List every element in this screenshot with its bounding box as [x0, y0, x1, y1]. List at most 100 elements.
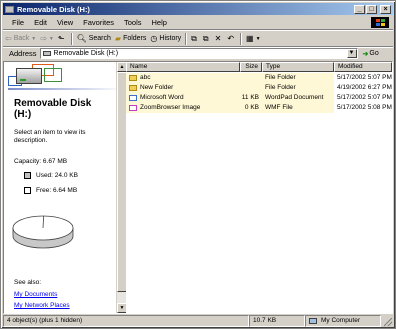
history-label: History [159, 35, 182, 42]
back-arrow-icon: ⇦ [5, 34, 12, 43]
search-icon: 🔍︎ [76, 34, 87, 43]
status-zone: My Computer [305, 315, 381, 327]
banner-decoration [44, 68, 62, 82]
file-type: File Folder [262, 83, 334, 93]
copy-to-icon: ⧉ [202, 33, 209, 43]
computer-icon [309, 318, 317, 324]
file-name: Microsoft Word [140, 94, 184, 101]
free-space: Free: 6.64 MB [24, 187, 77, 194]
menu-tools[interactable]: Tools [119, 18, 147, 27]
folder-icon [129, 85, 137, 91]
column-header: Name Size Type Modified [126, 62, 392, 72]
file-modified: 5/17/2002 5:07 PM [337, 94, 392, 101]
my-network-places-link[interactable]: My Network Places [14, 302, 70, 309]
copy-to-button[interactable]: ⧉ [201, 32, 213, 45]
menu-favorites[interactable]: Favorites [78, 18, 119, 27]
close-button[interactable]: × [380, 4, 391, 14]
column-size[interactable]: Size [240, 62, 262, 72]
views-icon: ▦ [246, 34, 254, 43]
window-title: Removable Disk (H:) [17, 4, 90, 14]
used-swatch [24, 172, 31, 179]
status-size: 10.7 KB [249, 315, 305, 327]
used-text: Used: 24.0 KB [36, 172, 78, 179]
status-bar: 4 object(s) (plus 1 hidden) 10.7 KB My C… [3, 315, 393, 327]
my-documents-link[interactable]: My Documents [14, 291, 57, 298]
standard-toolbar: ⇦ Back ▼ ⇨ ▼ ⬑ 🔍︎ Search ▰ Folders ◷ His… [3, 31, 393, 46]
file-name-cell[interactable]: New Folder [126, 83, 240, 93]
file-row[interactable]: ZoomBrowser Image 0 KB WMF File 5/17/200… [126, 103, 392, 113]
search-button[interactable]: 🔍︎ Search [75, 32, 113, 45]
undo-button[interactable]: ↶ [225, 32, 238, 45]
address-label: Address [9, 49, 37, 58]
folders-label: Folders [123, 35, 147, 42]
up-button[interactable]: ⬑ [56, 32, 69, 45]
removable-disk-icon [16, 68, 42, 84]
drive-title-line2: (H:) [14, 109, 32, 120]
chevron-down-icon: ▼ [31, 35, 37, 42]
menu-edit[interactable]: Edit [29, 18, 52, 27]
file-name: ZoomBrowser Image [140, 104, 201, 111]
file-name-cell[interactable]: ZoomBrowser Image [126, 103, 240, 113]
history-button[interactable]: ◷ History [148, 32, 183, 45]
drive-title: Removable Disk (H:) [14, 98, 124, 120]
move-to-icon: ⧉ [191, 33, 197, 43]
file-type: File Folder [262, 73, 334, 83]
menu-view[interactable]: View [52, 18, 78, 27]
file-modified: 5/17/2002 5:07 PM [337, 74, 392, 81]
address-dropdown-button[interactable]: ▼ [346, 49, 357, 58]
explorer-window: Removable Disk (H:) _ □ × File Edit View… [0, 0, 396, 329]
file-name-cell[interactable]: abc [126, 73, 240, 83]
file-row[interactable]: New Folder File Folder 4/19/2002 6:27 PM [126, 83, 392, 93]
address-input[interactable]: Removable Disk (H:) ▼ [39, 48, 358, 59]
column-modified[interactable]: Modified [334, 62, 392, 72]
file-size: 0 KB [240, 103, 262, 113]
status-objects: 4 object(s) (plus 1 hidden) [3, 315, 249, 327]
windows-logo-icon [371, 17, 389, 28]
folder-tree-icon: ▰ [114, 34, 122, 43]
file-name: abc [140, 74, 151, 81]
go-arrow-icon: ➜ [362, 50, 369, 58]
views-button[interactable]: ▦ ▼ [244, 32, 263, 45]
file-row[interactable]: Microsoft Word 11 KB WordPad Document 5/… [126, 93, 392, 103]
folder-icon [129, 75, 137, 81]
go-button[interactable]: ➜ Go [363, 50, 379, 58]
menu-file[interactable]: File [3, 18, 29, 27]
toolbar-separator [240, 32, 243, 45]
file-name-cell[interactable]: Microsoft Word [126, 93, 240, 103]
folders-button[interactable]: ▰ Folders [113, 32, 149, 45]
file-modified: 4/19/2002 6:27 PM [337, 84, 392, 91]
file-size [240, 73, 262, 83]
file-name: New Folder [140, 84, 174, 91]
banner-strip [8, 88, 124, 90]
folder-up-icon: ⬑ [57, 34, 65, 43]
resize-grip[interactable] [381, 315, 393, 327]
file-rows: abc File Folder 5/17/2002 5:07 PM New Fo… [126, 73, 392, 113]
menu-help[interactable]: Help [147, 18, 172, 27]
address-value: Removable Disk (H:) [53, 50, 119, 57]
used-space: Used: 24.0 KB [24, 172, 78, 179]
folder-banner [8, 64, 124, 96]
drive-title-line1: Removable Disk [14, 98, 92, 109]
disk-usage-pie [12, 215, 74, 249]
forward-arrow-icon: ⇨ [40, 34, 47, 43]
back-label: Back [13, 35, 30, 42]
column-type[interactable]: Type [262, 62, 334, 72]
delete-icon: ✕ [214, 34, 222, 43]
minimize-button[interactable]: _ [354, 4, 365, 14]
column-name[interactable]: Name [126, 62, 240, 72]
image-file-icon [129, 105, 137, 111]
back-button[interactable]: ⇦ Back ▼ [3, 32, 38, 45]
move-to-button[interactable]: ⧉ [189, 32, 201, 45]
delete-button[interactable]: ✕ [213, 32, 226, 45]
chevron-down-icon: ▼ [255, 35, 261, 42]
forward-button[interactable]: ⇨ ▼ [38, 32, 56, 45]
menu-bar: File Edit View Favorites Tools Help [3, 16, 393, 29]
free-text: Free: 6.64 MB [36, 187, 78, 194]
title-bar[interactable]: Removable Disk (H:) _ □ × [3, 3, 393, 15]
file-row[interactable]: abc File Folder 5/17/2002 5:07 PM [126, 73, 392, 83]
toolbar-separator [185, 32, 188, 45]
maximize-button[interactable]: □ [366, 4, 377, 14]
chevron-down-icon: ▼ [48, 35, 54, 42]
file-modified: 5/17/2002 5:08 PM [337, 104, 392, 111]
details-scrollbar[interactable]: ▲ ▼ [116, 62, 127, 313]
